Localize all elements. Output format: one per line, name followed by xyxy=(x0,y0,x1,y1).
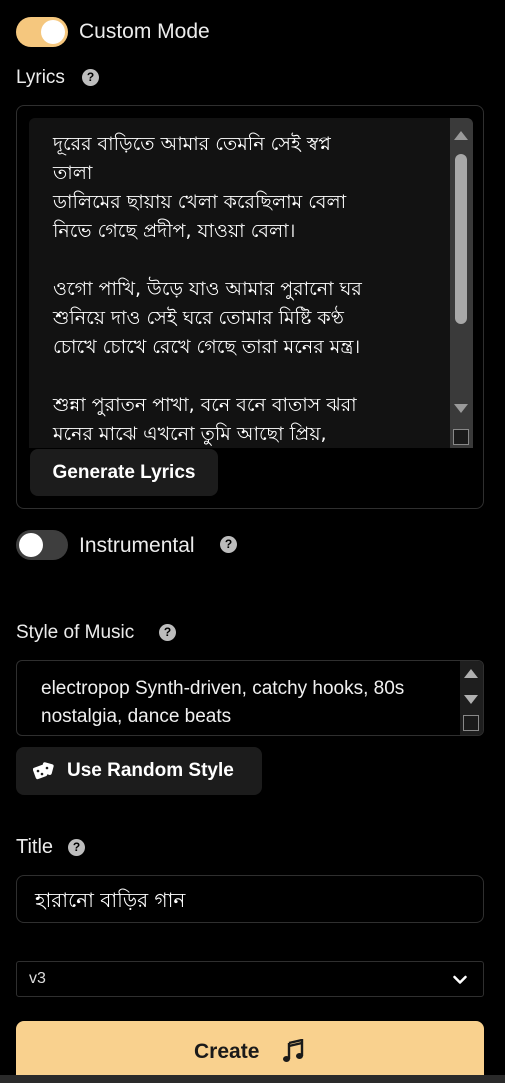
resize-handle-icon[interactable] xyxy=(463,715,479,731)
version-select-value: v3 xyxy=(29,970,46,987)
toggle-knob xyxy=(19,533,43,557)
lyrics-textarea[interactable]: দূরের বাড়িতে আমার তেমনি সেই স্বপ্ন তালা… xyxy=(29,118,473,448)
generate-lyrics-label: Generate Lyrics xyxy=(52,462,196,483)
lyrics-text: দূরের বাড়িতে আমার তেমনি সেই স্বপ্ন তালা… xyxy=(53,133,362,445)
resize-handle-icon[interactable] xyxy=(453,429,469,445)
music-note-icon xyxy=(282,1038,304,1068)
scroll-down-arrow[interactable] xyxy=(464,695,478,704)
custom-mode-toggle[interactable] xyxy=(16,17,68,47)
instrumental-toggle[interactable] xyxy=(16,530,68,560)
generate-lyrics-button[interactable]: Generate Lyrics xyxy=(30,449,218,496)
scroll-up-arrow[interactable] xyxy=(454,131,468,140)
chevron-down-icon xyxy=(453,972,467,990)
title-input-value: হারানো বাড়ির গান xyxy=(35,888,186,912)
title-help-icon[interactable]: ? xyxy=(68,839,85,856)
title-input[interactable]: হারানো বাড়ির গান xyxy=(16,875,484,923)
style-scrollbar[interactable] xyxy=(460,661,483,735)
lyrics-panel: দূরের বাড়িতে আমার তেমনি সেই স্বপ্ন তালা… xyxy=(16,105,484,509)
lyrics-help-icon[interactable]: ? xyxy=(82,69,99,86)
lyrics-label: Lyrics xyxy=(16,67,65,88)
create-button-label: Create xyxy=(194,1040,260,1063)
style-textarea[interactable]: electropop Synth-driven, catchy hooks, 8… xyxy=(16,660,484,736)
dice-icon xyxy=(33,747,55,795)
lyrics-scrollbar[interactable] xyxy=(450,118,473,448)
instrumental-label: Instrumental xyxy=(79,534,195,557)
random-style-button[interactable]: Use Random Style xyxy=(16,747,262,795)
title-label: Title xyxy=(16,836,54,858)
scroll-down-arrow[interactable] xyxy=(454,404,468,413)
version-select[interactable]: v3 xyxy=(16,961,484,997)
create-button[interactable]: Create xyxy=(16,1021,484,1083)
style-help-icon[interactable]: ? xyxy=(159,624,176,641)
scroll-thumb[interactable] xyxy=(455,154,467,324)
toggle-knob xyxy=(41,20,65,44)
custom-mode-label: Custom Mode xyxy=(79,20,210,43)
style-text: electropop Synth-driven, catchy hooks, 8… xyxy=(41,678,405,727)
random-style-label: Use Random Style xyxy=(67,760,234,781)
instrumental-help-icon[interactable]: ? xyxy=(220,536,237,553)
bottom-scrollbar[interactable] xyxy=(0,1075,505,1083)
scroll-up-arrow[interactable] xyxy=(464,669,478,678)
style-label: Style of Music xyxy=(16,622,135,643)
